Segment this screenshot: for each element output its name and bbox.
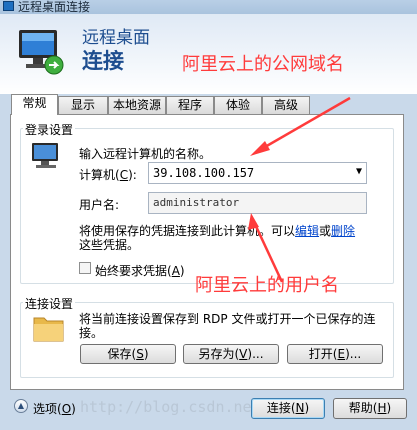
connection-description-line2: 接。 — [79, 326, 104, 340]
save-button[interactable]: 保存(S) — [80, 344, 176, 364]
save-as-button[interactable]: 另存为(V)... — [183, 344, 279, 364]
always-ask-label: 始终要求凭据(A) — [95, 264, 185, 278]
connection-description-line1: 将当前连接设置保存到 RDP 文件或打开一个已保存的连 — [79, 312, 376, 326]
username-label: 用户名: — [79, 198, 120, 212]
tab-general[interactable]: 常规 — [11, 94, 58, 115]
tab-experience[interactable]: 体验 — [214, 96, 262, 114]
tab-local-resources[interactable]: 本地资源 — [108, 96, 166, 114]
window-title: 远程桌面连接 — [18, 0, 91, 14]
header-title-line2: 连接 — [82, 49, 124, 73]
help-button[interactable]: 帮助(H) — [333, 398, 407, 419]
computer-value: 39.108.100.157 — [153, 166, 255, 180]
computer-icon — [32, 143, 58, 168]
open-button[interactable]: 打开(E)... — [287, 344, 383, 364]
tab-advanced[interactable]: 高级 — [262, 96, 310, 114]
watermark: http://blog.csdn.net/ — [80, 398, 270, 416]
tab-programs[interactable]: 程序 — [166, 96, 214, 114]
login-settings-legend: 登录设置 — [23, 121, 76, 138]
enter-computer-prompt: 输入远程计算机的名称。 — [79, 147, 212, 161]
connect-button[interactable]: 连接(N) — [251, 398, 325, 419]
tab-display[interactable]: 显示 — [58, 96, 108, 114]
edit-credentials-link[interactable]: 编辑 — [295, 224, 319, 238]
app-icon — [3, 1, 14, 11]
connection-settings-legend: 连接设置 — [23, 295, 76, 312]
credential-info-line2: 这些凭据。 — [79, 238, 140, 252]
folder-icon — [33, 317, 64, 342]
delete-credentials-link[interactable]: 删除 — [331, 224, 355, 238]
username-field[interactable]: administrator — [148, 192, 367, 214]
computer-label: 计算机(C): — [79, 168, 137, 182]
options-toggle[interactable]: 选项(O) — [33, 400, 76, 417]
username-value: administrator — [153, 196, 240, 209]
chevron-up-icon[interactable]: ▲ — [14, 399, 28, 413]
remote-desktop-icon — [19, 30, 64, 75]
always-ask-checkbox[interactable] — [79, 262, 91, 274]
annotation-username: 阿里云上的用户名 — [195, 275, 339, 296]
chevron-down-icon[interactable]: ▼ — [356, 166, 362, 177]
computer-combobox[interactable]: 39.108.100.157 ▼ — [148, 162, 367, 184]
annotation-server: 阿里云上的公网域名 — [182, 54, 344, 75]
